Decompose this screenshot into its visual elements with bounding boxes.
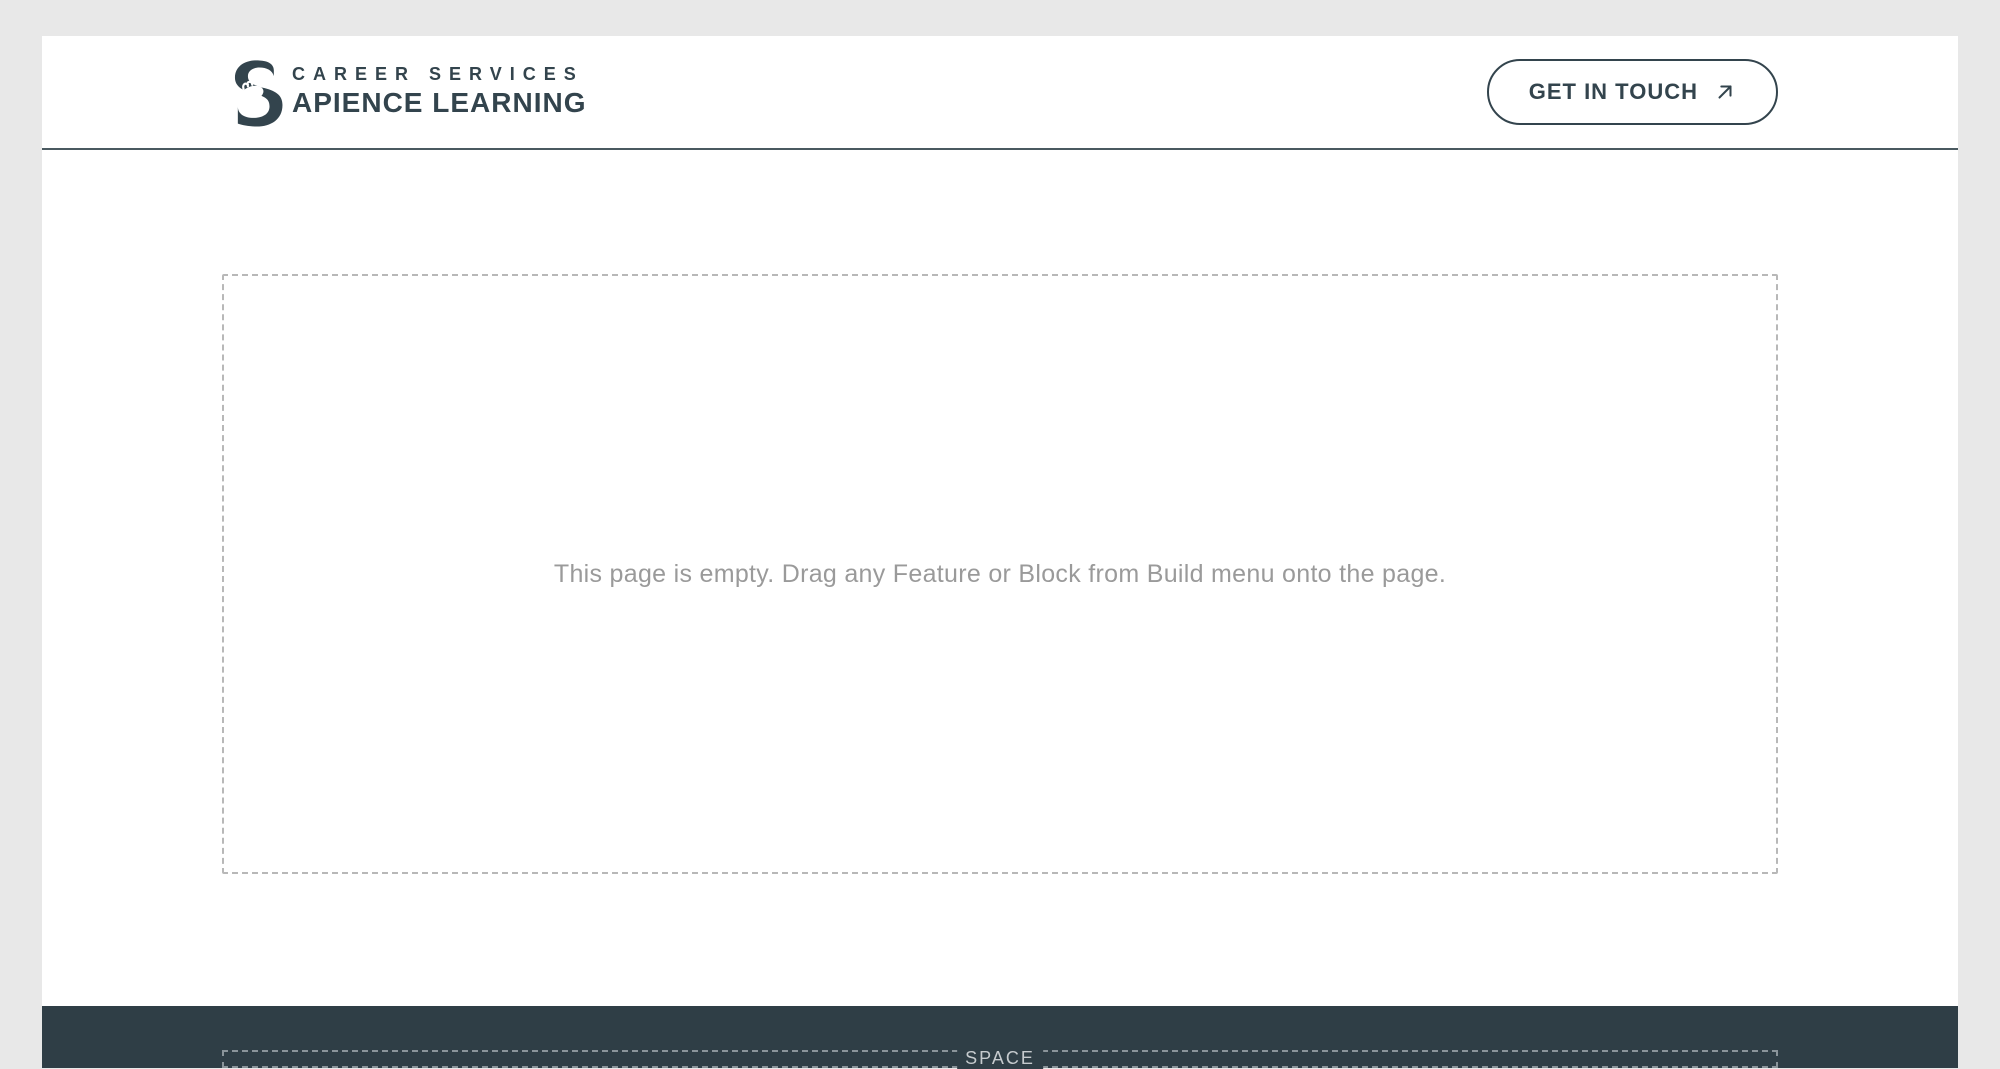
arrow-up-right-icon	[1714, 81, 1736, 103]
logo-line2: APIENCE LEARNING	[292, 86, 586, 120]
empty-page-dropzone[interactable]: This page is empty. Drag any Feature or …	[222, 274, 1778, 874]
logo-text: CAREER SERVICES APIENCE LEARNING	[292, 64, 586, 119]
cta-label: GET IN TOUCH	[1529, 79, 1698, 105]
logo[interactable]: CAREER SERVICES APIENCE LEARNING	[222, 56, 586, 128]
get-in-touch-button[interactable]: GET IN TOUCH	[1487, 59, 1778, 125]
space-block[interactable]: SPACE	[222, 1050, 1778, 1068]
editor-viewport: CAREER SERVICES APIENCE LEARNING GET IN …	[0, 0, 2000, 1068]
site-footer: SPACE	[42, 1006, 1958, 1068]
space-label: SPACE	[957, 1048, 1043, 1069]
page-canvas: CAREER SERVICES APIENCE LEARNING GET IN …	[42, 36, 1958, 1068]
logo-line1: CAREER SERVICES	[292, 64, 586, 86]
page-content: This page is empty. Drag any Feature or …	[42, 150, 1958, 1006]
dropzone-hint-text: This page is empty. Drag any Feature or …	[554, 560, 1446, 589]
site-header: CAREER SERVICES APIENCE LEARNING GET IN …	[42, 36, 1958, 150]
logo-mark-icon	[222, 56, 294, 128]
